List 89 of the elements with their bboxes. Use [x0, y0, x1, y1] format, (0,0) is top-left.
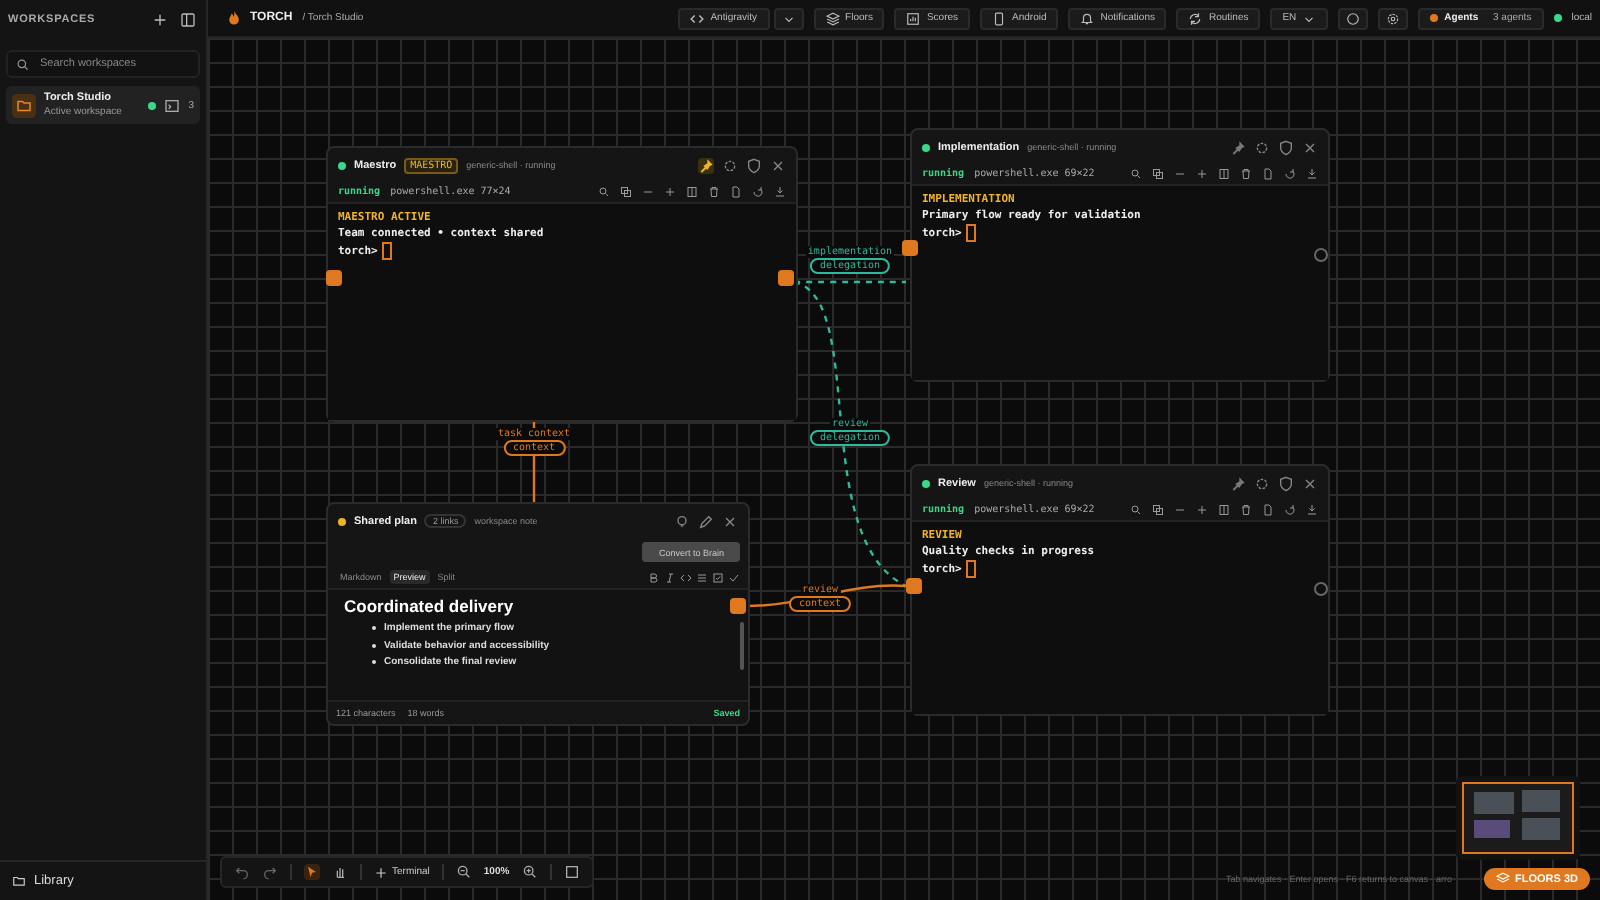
note-dot — [338, 517, 346, 525]
trash-icon[interactable] — [708, 186, 720, 198]
pin-icon[interactable] — [1230, 475, 1246, 491]
bold-icon[interactable] — [648, 571, 660, 583]
search-icon — [16, 57, 30, 71]
pointer-icon[interactable] — [304, 864, 320, 880]
plus-icon[interactable] — [664, 186, 676, 198]
trash-icon[interactable] — [1240, 504, 1252, 516]
file-icon[interactable] — [1262, 504, 1274, 516]
flame-icon — [228, 10, 240, 26]
port-handle[interactable] — [730, 598, 746, 614]
minimap[interactable] — [1456, 776, 1580, 860]
minus-icon[interactable] — [1174, 168, 1186, 180]
port-handle[interactable] — [1314, 248, 1328, 262]
close-icon[interactable] — [770, 157, 786, 173]
close-icon[interactable] — [722, 513, 738, 529]
check-icon[interactable] — [728, 571, 740, 583]
refresh-icon[interactable] — [752, 186, 764, 198]
pencil-icon[interactable] — [698, 513, 714, 529]
help-button[interactable] — [1338, 7, 1369, 29]
port-handle[interactable] — [902, 240, 918, 256]
settings-icon[interactable] — [1254, 139, 1270, 155]
folder-icon — [12, 93, 36, 117]
lightbulb-icon[interactable] — [674, 513, 690, 529]
search-icon[interactable] — [1130, 168, 1142, 180]
plus-icon[interactable] — [1196, 168, 1208, 180]
search-icon[interactable] — [598, 186, 610, 198]
note-heading: Coordinated delivery — [344, 596, 516, 616]
status-dot — [148, 101, 157, 109]
terminal-icon — [164, 97, 181, 113]
bell-icon — [1080, 11, 1095, 25]
columns-icon[interactable] — [686, 186, 698, 198]
folder-icon — [12, 874, 26, 888]
add-icon[interactable] — [152, 11, 168, 27]
redo-icon[interactable] — [262, 864, 278, 880]
download-icon[interactable] — [1306, 168, 1318, 180]
plus-icon[interactable] — [1196, 504, 1208, 516]
copy-icon[interactable] — [1152, 504, 1164, 516]
status-dot — [1553, 14, 1562, 22]
layers-icon — [1495, 872, 1510, 886]
cursor — [381, 242, 392, 260]
port-handle[interactable] — [778, 270, 794, 286]
shield-icon[interactable] — [1278, 475, 1294, 491]
shield-icon[interactable] — [746, 157, 762, 173]
help-icon — [1346, 11, 1361, 25]
scrollbar[interactable] — [740, 622, 744, 670]
columns-icon[interactable] — [1218, 504, 1230, 516]
refresh-icon[interactable] — [1284, 504, 1296, 516]
download-icon[interactable] — [1306, 504, 1318, 516]
columns-icon[interactable] — [1218, 168, 1230, 180]
code-icon[interactable] — [680, 571, 692, 583]
status-dot — [1430, 14, 1439, 22]
settings-icon — [1386, 11, 1401, 25]
shield-icon[interactable] — [1278, 139, 1294, 155]
layers-icon — [825, 11, 840, 25]
pin-icon[interactable] — [1230, 139, 1246, 155]
cursor — [965, 224, 976, 242]
minus-icon[interactable] — [642, 186, 654, 198]
zoom-in-icon[interactable] — [521, 864, 538, 880]
search-icon[interactable] — [1130, 504, 1142, 516]
settings-button[interactable] — [1378, 7, 1409, 29]
minus-icon[interactable] — [1174, 504, 1186, 516]
close-icon[interactable] — [1302, 139, 1318, 155]
phone-icon — [992, 11, 1007, 25]
trash-icon[interactable] — [1240, 168, 1252, 180]
zoom-out-icon[interactable] — [455, 864, 472, 880]
close-icon[interactable] — [1302, 475, 1318, 491]
settings-icon[interactable] — [722, 157, 738, 173]
settings-icon[interactable] — [1254, 475, 1270, 491]
port-handle[interactable] — [906, 578, 922, 594]
file-icon[interactable] — [730, 186, 742, 198]
refresh-icon[interactable] — [1284, 168, 1296, 180]
cursor — [965, 560, 976, 578]
pin-icon[interactable] — [698, 157, 714, 173]
plus-icon — [374, 865, 388, 879]
dropdown-button[interactable] — [773, 7, 804, 29]
port-handle[interactable] — [1314, 582, 1328, 596]
file-icon[interactable] — [1262, 168, 1274, 180]
list-icon[interactable] — [696, 571, 708, 583]
undo-icon[interactable] — [234, 864, 250, 880]
port-handle[interactable] — [326, 270, 342, 286]
code-icon — [690, 11, 705, 25]
checkbox-icon[interactable] — [712, 571, 724, 583]
copy-icon[interactable] — [1152, 168, 1164, 180]
copy-icon[interactable] — [620, 186, 632, 198]
refresh-icon — [1188, 11, 1203, 25]
italic-icon[interactable] — [664, 571, 676, 583]
sidebar-toggle-icon[interactable] — [180, 11, 196, 27]
download-icon[interactable] — [774, 186, 786, 198]
